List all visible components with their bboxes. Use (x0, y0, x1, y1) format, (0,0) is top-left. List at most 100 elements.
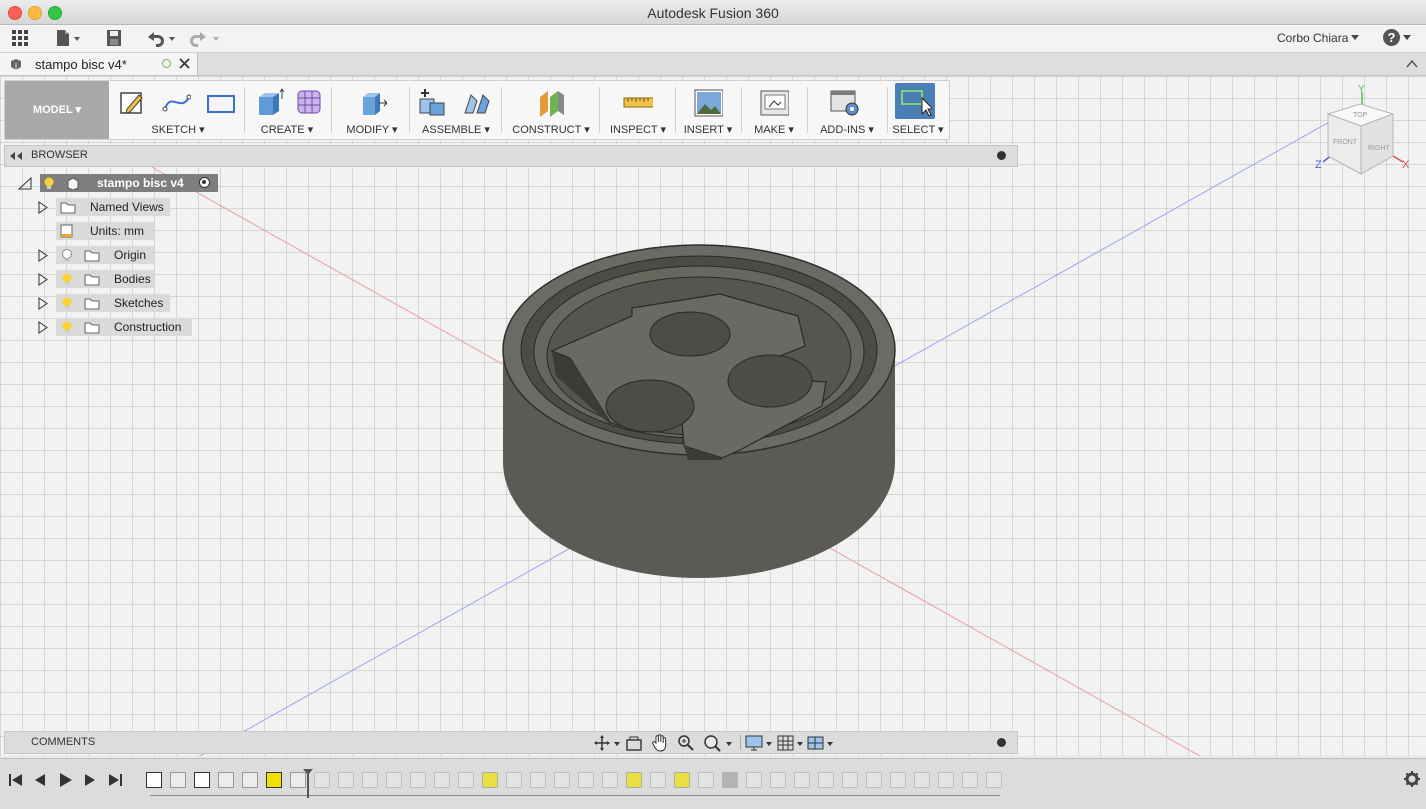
document-tab[interactable]: stampo bisc v4* (0, 53, 198, 75)
timeline-feature-rolled-back[interactable] (986, 772, 1002, 788)
data-panel-grid-icon[interactable] (10, 29, 30, 47)
user-menu-chevron-icon[interactable] (1350, 34, 1360, 42)
form-icon[interactable] (294, 87, 324, 117)
timeline-feature-rolled-back[interactable] (722, 772, 738, 788)
line-icon[interactable] (161, 87, 191, 117)
timeline-settings-gear-icon[interactable] (1403, 770, 1421, 788)
grid-snaps-icon[interactable] (777, 734, 807, 752)
timeline-feature-rolled-back[interactable] (962, 772, 978, 788)
timeline-sketch-feature[interactable] (194, 772, 210, 788)
create-sketch-icon[interactable] (117, 87, 147, 117)
viewcube[interactable]: Y X Z TOP FRONT RIGHT (1305, 84, 1415, 179)
timeline-feature-rolled-back[interactable] (890, 772, 906, 788)
timeline-feature-rolled-back[interactable] (794, 772, 810, 788)
measure-icon[interactable] (623, 87, 653, 117)
timeline-extrude-feature[interactable] (170, 772, 186, 788)
timeline-feature-rolled-back[interactable] (362, 772, 378, 788)
timeline-feature-rolled-back[interactable] (506, 772, 522, 788)
user-name[interactable]: Corbo Chiara (1277, 31, 1348, 45)
browser-options-icon[interactable] (997, 151, 1006, 160)
tree-root-row[interactable]: stampo bisc v4 (18, 174, 218, 192)
workspace-switcher[interactable]: MODEL ▾ (5, 81, 109, 139)
expand-triangle-icon[interactable] (38, 273, 48, 286)
timeline-feature-rolled-back[interactable] (626, 772, 642, 788)
collapse-toolbar-chevron-icon[interactable] (1406, 59, 1418, 69)
redo-icon[interactable] (188, 29, 222, 47)
timeline-feature-rolled-back[interactable] (602, 772, 618, 788)
timeline-feature-rolled-back[interactable] (674, 772, 690, 788)
look-at-icon[interactable] (625, 734, 643, 752)
step-back-icon[interactable] (32, 772, 48, 788)
timeline-marker[interactable] (302, 768, 314, 798)
timeline-feature-rolled-back[interactable] (482, 772, 498, 788)
viewports-icon[interactable] (807, 734, 837, 752)
step-forward-icon[interactable] (82, 772, 98, 788)
help-menu-chevron-icon[interactable] (1402, 34, 1412, 42)
timeline-feature-rolled-back[interactable] (386, 772, 402, 788)
expand-triangle-icon[interactable] (38, 201, 48, 214)
3d-print-icon[interactable] (759, 87, 789, 117)
timeline-sketch-feature[interactable] (146, 772, 162, 788)
timeline-feature-rolled-back[interactable] (578, 772, 594, 788)
visibility-bulb-icon[interactable] (61, 320, 73, 334)
timeline-feature-rolled-back[interactable] (770, 772, 786, 788)
rectangle-icon[interactable] (205, 87, 235, 117)
collapse-browser-icon[interactable] (9, 152, 23, 160)
new-component-icon[interactable] (417, 87, 447, 117)
tree-item-construction[interactable]: Construction (38, 318, 198, 336)
press-pull-icon[interactable] (357, 87, 387, 117)
activate-component-icon[interactable] (199, 177, 210, 188)
timeline-plane-feature[interactable] (242, 772, 258, 788)
save-icon[interactable] (105, 29, 123, 47)
tree-item-named-views[interactable]: Named Views (38, 198, 188, 216)
timeline-feature-rolled-back[interactable] (554, 772, 570, 788)
close-tab-icon[interactable] (179, 58, 190, 69)
display-settings-icon[interactable] (745, 734, 775, 752)
go-to-end-icon[interactable] (107, 772, 123, 788)
timeline-feature-rolled-back[interactable] (938, 772, 954, 788)
select-button[interactable] (895, 83, 935, 119)
offset-plane-icon[interactable] (536, 87, 566, 117)
tree-item-units[interactable]: Units: mm (56, 222, 156, 240)
timeline-sketch-feature-selected[interactable] (266, 772, 282, 788)
pan-hand-icon[interactable] (651, 733, 669, 752)
canvas-image-icon[interactable] (693, 87, 723, 117)
timeline-feature-rolled-back[interactable] (914, 772, 930, 788)
expand-triangle-icon[interactable] (38, 321, 48, 334)
file-menu-icon[interactable] (54, 29, 82, 47)
tree-item-origin[interactable]: Origin (38, 246, 158, 264)
expanded-triangle-icon[interactable] (18, 177, 32, 190)
timeline-feature-rolled-back[interactable] (530, 772, 546, 788)
timeline-feature-rolled-back[interactable] (866, 772, 882, 788)
help-button[interactable]: ? (1383, 29, 1400, 46)
timeline-feature-rolled-back[interactable] (842, 772, 858, 788)
visibility-bulb-icon[interactable] (61, 272, 73, 286)
timeline-feature-rolled-back[interactable] (434, 772, 450, 788)
timeline-feature-rolled-back[interactable] (314, 772, 330, 788)
timeline-feature-rolled-back[interactable] (698, 772, 714, 788)
comments-add-icon[interactable] (997, 738, 1006, 747)
fit-zoom-icon[interactable] (703, 734, 733, 752)
expand-triangle-icon[interactable] (38, 249, 48, 262)
tree-item-sketches[interactable]: Sketches (38, 294, 178, 312)
visibility-bulb-icon[interactable] (43, 176, 55, 190)
scripts-add-ins-icon[interactable] (829, 87, 859, 117)
extrude-icon[interactable] (254, 87, 284, 117)
tree-item-bodies[interactable]: Bodies (38, 270, 158, 288)
joint-icon[interactable] (461, 87, 491, 117)
timeline-feature-rolled-back[interactable] (746, 772, 762, 788)
zoom-icon[interactable] (677, 734, 695, 752)
play-icon[interactable] (57, 772, 73, 788)
visibility-bulb-icon[interactable] (61, 296, 73, 310)
expand-triangle-icon[interactable] (38, 297, 48, 310)
timeline-feature-rolled-back[interactable] (338, 772, 354, 788)
timeline-feature-rolled-back[interactable] (410, 772, 426, 788)
timeline-feature-rolled-back[interactable] (818, 772, 834, 788)
go-to-start-icon[interactable] (8, 772, 24, 788)
timeline-feature-rolled-back[interactable] (650, 772, 666, 788)
timeline-feature-rolled-back[interactable] (458, 772, 474, 788)
visibility-bulb-off-icon[interactable] (61, 248, 73, 262)
timeline-extrude-feature[interactable] (218, 772, 234, 788)
undo-icon[interactable] (144, 29, 178, 47)
orbit-icon[interactable] (593, 734, 621, 752)
